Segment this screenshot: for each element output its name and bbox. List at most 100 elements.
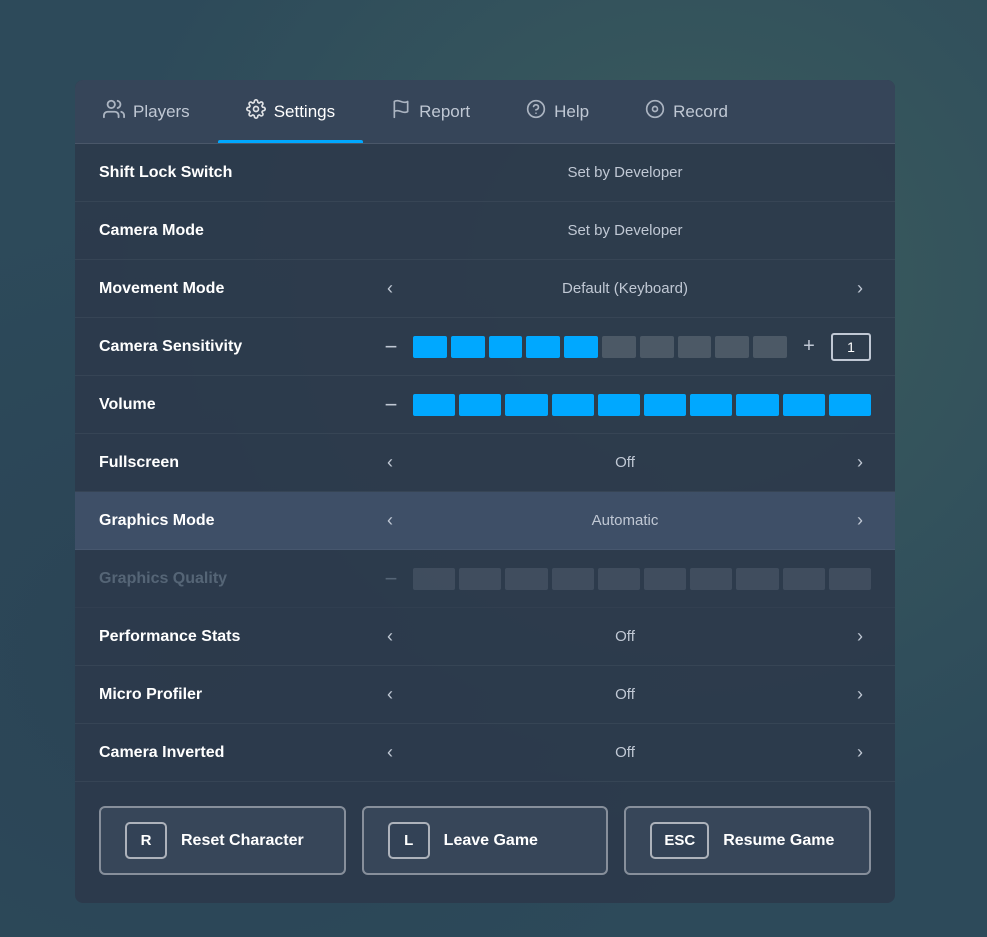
leave-game-button[interactable]: L Leave Game	[362, 806, 609, 875]
graphics-mode-label: Graphics Mode	[99, 512, 379, 530]
tab-settings[interactable]: Settings	[218, 80, 363, 143]
micro-profiler-right[interactable]: ›	[849, 680, 871, 709]
movement-mode-right[interactable]: ›	[849, 274, 871, 303]
seg-1[interactable]	[413, 336, 447, 358]
setting-micro-profiler: Micro Profiler ‹ Off ›	[75, 666, 895, 724]
leave-key-badge: L	[388, 822, 430, 859]
seg-7[interactable]	[640, 336, 674, 358]
graphics-mode-left[interactable]: ‹	[379, 506, 401, 535]
movement-mode-label: Movement Mode	[99, 280, 379, 298]
vol-seg-6[interactable]	[644, 394, 686, 416]
camera-mode-text: Set by Developer	[379, 222, 871, 239]
micro-profiler-text: Off	[413, 686, 837, 703]
camera-sensitivity-slider: − + 1	[379, 333, 871, 361]
vol-seg-8[interactable]	[736, 394, 778, 416]
seg-2[interactable]	[451, 336, 485, 358]
menu-container: Players Settings Report	[75, 80, 895, 903]
camera-mode-value: Set by Developer	[379, 222, 871, 239]
tab-report[interactable]: Report	[363, 80, 498, 143]
settings-content: Shift Lock Switch Set by Developer Camer…	[75, 144, 895, 903]
seg-10[interactable]	[753, 336, 787, 358]
movement-mode-value: ‹ Default (Keyboard) ›	[379, 274, 871, 303]
resume-key-badge: ESC	[650, 822, 709, 859]
sensitivity-valuebox: 1	[831, 333, 871, 361]
qual-seg-2	[459, 568, 501, 590]
tab-players[interactable]: Players	[75, 80, 218, 143]
fullscreen-value: ‹ Off ›	[379, 448, 871, 477]
tab-report-label: Report	[419, 102, 470, 122]
help-icon	[526, 99, 546, 124]
vol-seg-2[interactable]	[459, 394, 501, 416]
tab-help[interactable]: Help	[498, 80, 617, 143]
bottom-buttons: R Reset Character L Leave Game ESC Resum…	[75, 782, 895, 903]
setting-camera-inverted: Camera Inverted ‹ Off ›	[75, 724, 895, 782]
tab-players-label: Players	[133, 102, 190, 122]
resume-game-label: Resume Game	[723, 832, 834, 850]
reset-key-badge: R	[125, 822, 167, 859]
qual-seg-6	[644, 568, 686, 590]
movement-mode-left[interactable]: ‹	[379, 274, 401, 303]
fullscreen-label: Fullscreen	[99, 454, 379, 472]
camera-inverted-right[interactable]: ›	[849, 738, 871, 767]
micro-profiler-left[interactable]: ‹	[379, 680, 401, 709]
volume-value: −	[379, 392, 871, 418]
setting-performance-stats: Performance Stats ‹ Off ›	[75, 608, 895, 666]
seg-3[interactable]	[489, 336, 523, 358]
performance-stats-text: Off	[413, 628, 837, 645]
graphics-mode-right[interactable]: ›	[849, 506, 871, 535]
setting-movement-mode: Movement Mode ‹ Default (Keyboard) ›	[75, 260, 895, 318]
graphics-mode-value: ‹ Automatic ›	[379, 506, 871, 535]
seg-8[interactable]	[678, 336, 712, 358]
quality-segments	[413, 568, 871, 590]
report-icon	[391, 99, 411, 124]
qual-seg-4	[552, 568, 594, 590]
qual-seg-10	[829, 568, 871, 590]
tab-record[interactable]: Record	[617, 80, 756, 143]
reset-character-button[interactable]: R Reset Character	[99, 806, 346, 875]
sensitivity-increase[interactable]: +	[797, 335, 821, 358]
performance-stats-label: Performance Stats	[99, 628, 379, 646]
volume-decrease[interactable]: −	[379, 392, 403, 418]
vol-seg-4[interactable]	[552, 394, 594, 416]
fullscreen-text: Off	[413, 454, 837, 471]
qual-seg-7	[690, 568, 732, 590]
seg-5[interactable]	[564, 336, 598, 358]
camera-inverted-value: ‹ Off ›	[379, 738, 871, 767]
leave-game-label: Leave Game	[444, 832, 538, 850]
camera-inverted-text: Off	[413, 744, 837, 761]
graphics-quality-slider: −	[379, 566, 871, 592]
fullscreen-left[interactable]: ‹	[379, 448, 401, 477]
tab-help-label: Help	[554, 102, 589, 122]
camera-sensitivity-value: − + 1	[379, 333, 871, 361]
seg-9[interactable]	[715, 336, 749, 358]
vol-seg-3[interactable]	[505, 394, 547, 416]
reset-character-label: Reset Character	[181, 832, 304, 850]
vol-seg-5[interactable]	[598, 394, 640, 416]
seg-4[interactable]	[526, 336, 560, 358]
quality-decrease: −	[379, 566, 403, 592]
performance-stats-right[interactable]: ›	[849, 622, 871, 651]
settings-icon	[246, 99, 266, 124]
vol-seg-10[interactable]	[829, 394, 871, 416]
micro-profiler-label: Micro Profiler	[99, 686, 379, 704]
sensitivity-decrease[interactable]: −	[379, 334, 403, 360]
shift-lock-text: Set by Developer	[379, 164, 871, 181]
sensitivity-segments	[413, 336, 787, 358]
vol-seg-1[interactable]	[413, 394, 455, 416]
camera-mode-label: Camera Mode	[99, 222, 379, 240]
vol-seg-9[interactable]	[783, 394, 825, 416]
tab-record-label: Record	[673, 102, 728, 122]
graphics-mode-text: Automatic	[413, 512, 837, 529]
performance-stats-left[interactable]: ‹	[379, 622, 401, 651]
seg-6[interactable]	[602, 336, 636, 358]
fullscreen-right[interactable]: ›	[849, 448, 871, 477]
camera-inverted-left[interactable]: ‹	[379, 738, 401, 767]
resume-game-button[interactable]: ESC Resume Game	[624, 806, 871, 875]
setting-graphics-mode: Graphics Mode ‹ Automatic ›	[75, 492, 895, 550]
setting-shift-lock: Shift Lock Switch Set by Developer	[75, 144, 895, 202]
camera-sensitivity-label: Camera Sensitivity	[99, 338, 379, 356]
vol-seg-7[interactable]	[690, 394, 732, 416]
volume-label: Volume	[99, 396, 379, 414]
qual-seg-3	[505, 568, 547, 590]
setting-volume: Volume −	[75, 376, 895, 434]
